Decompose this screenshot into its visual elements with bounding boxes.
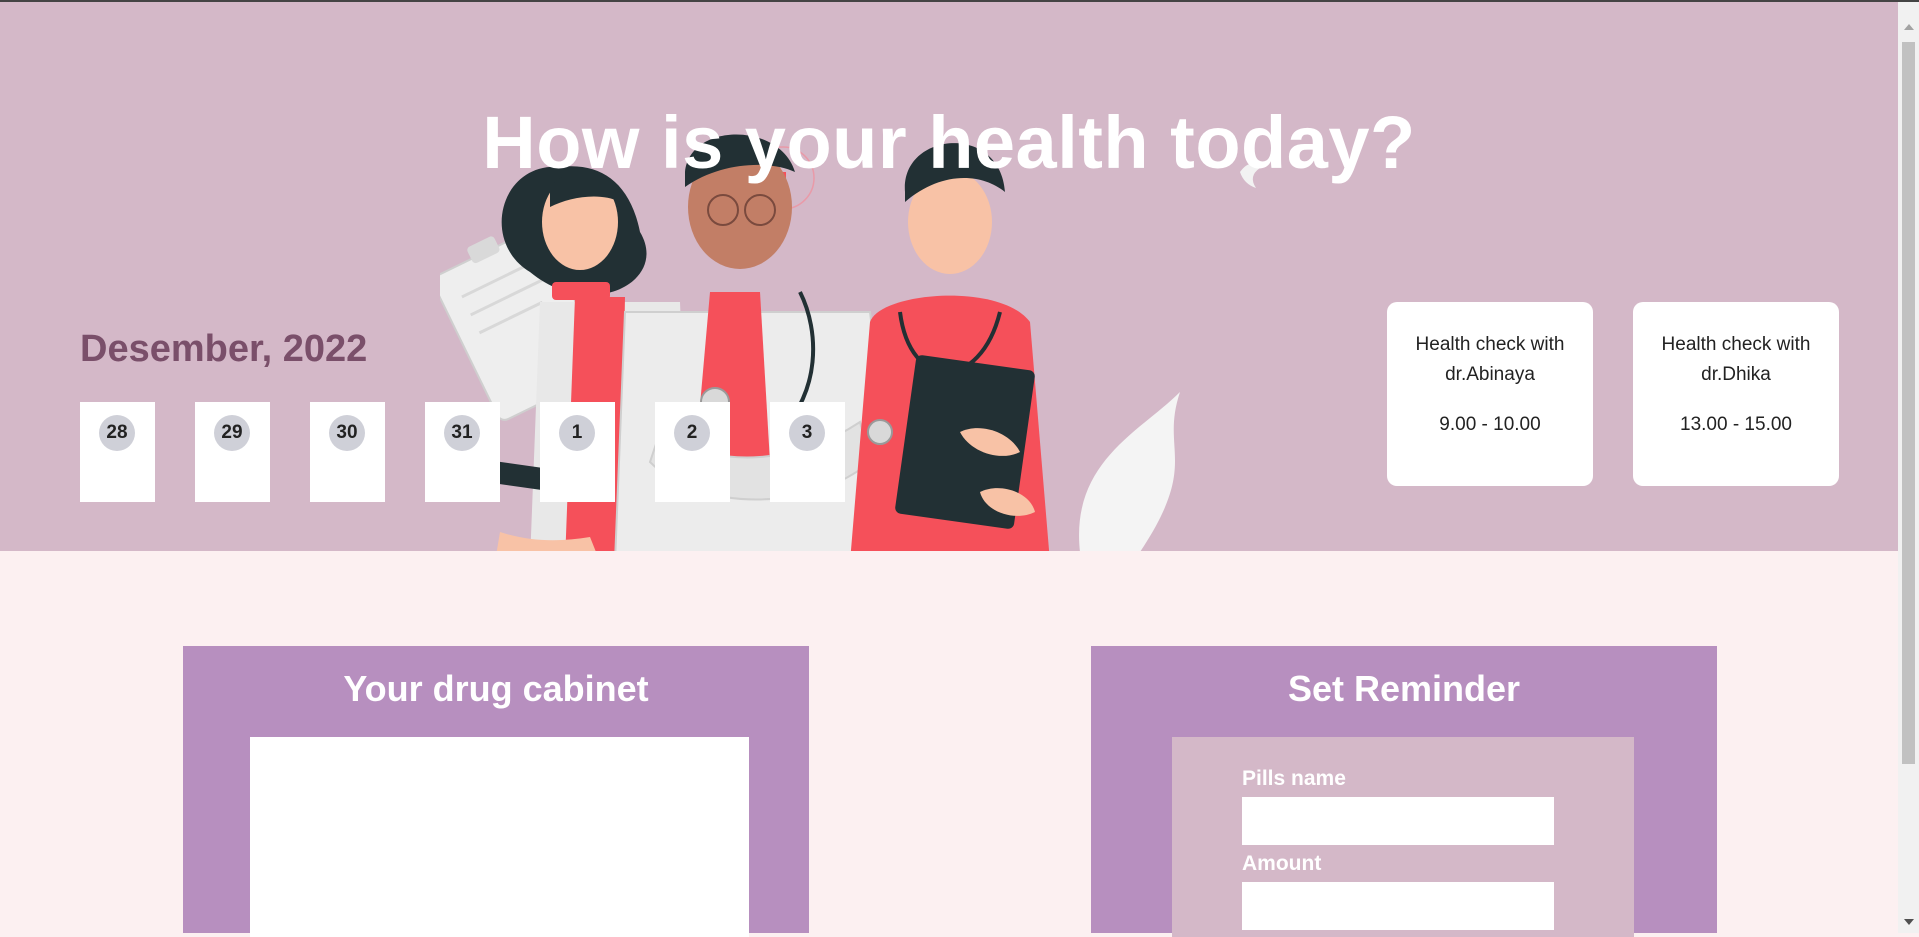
calendar-month-label: Desember, 2022 — [80, 328, 368, 370]
appointment-doctor: dr.Abinaya — [1445, 364, 1535, 385]
appointment-title-line1: Health check with — [1415, 334, 1565, 355]
date-number: 3 — [789, 415, 825, 451]
appointment-title-line1: Health check with — [1661, 334, 1811, 355]
appointment-card[interactable]: Health check with dr.Abinaya 9.00 - 10.0… — [1387, 302, 1593, 486]
page-title: How is your health today? — [482, 100, 1416, 184]
scrollbar-thumb[interactable] — [1902, 42, 1915, 764]
date-card-29[interactable]: 29 — [195, 402, 270, 502]
date-number: 1 — [559, 415, 595, 451]
date-card-31[interactable]: 31 — [425, 402, 500, 502]
date-number: 31 — [444, 415, 480, 451]
date-card-2[interactable]: 2 — [655, 402, 730, 502]
amount-input[interactable] — [1242, 882, 1554, 930]
hero-section: How is your health today? Desember, 2022… — [0, 2, 1898, 551]
date-card-28[interactable]: 28 — [80, 402, 155, 502]
appointment-time: 13.00 - 15.00 — [1680, 414, 1792, 435]
scroll-down-arrow-icon[interactable] — [1904, 919, 1914, 925]
date-number: 30 — [329, 415, 365, 451]
date-card-30[interactable]: 30 — [310, 402, 385, 502]
appointment-card[interactable]: Health check with dr.Dhika 13.00 - 15.00 — [1633, 302, 1839, 486]
appointment-time: 9.00 - 10.00 — [1439, 414, 1541, 435]
scroll-up-arrow-icon[interactable] — [1904, 24, 1914, 30]
set-reminder-title: Set Reminder — [1287, 668, 1521, 709]
appointment-doctor: dr.Dhika — [1701, 364, 1771, 385]
date-number: 2 — [674, 415, 710, 451]
date-card-3[interactable]: 3 — [770, 402, 845, 502]
pills-name-input[interactable] — [1242, 797, 1554, 845]
drug-cabinet-list[interactable] — [250, 737, 749, 937]
date-number: 29 — [214, 415, 250, 451]
drug-cabinet-title: Your drug cabinet — [343, 668, 649, 709]
date-number: 28 — [99, 415, 135, 451]
set-reminder-panel: Set Reminder Pills name Amount — [1091, 646, 1717, 937]
drug-cabinet-panel: Your drug cabinet — [183, 646, 809, 937]
date-card-1[interactable]: 1 — [540, 402, 615, 502]
vertical-scrollbar[interactable] — [1898, 2, 1919, 933]
reminder-form: Pills name Amount — [1172, 737, 1634, 937]
pills-name-label: Pills name — [1242, 767, 1346, 790]
amount-label: Amount — [1242, 852, 1322, 875]
